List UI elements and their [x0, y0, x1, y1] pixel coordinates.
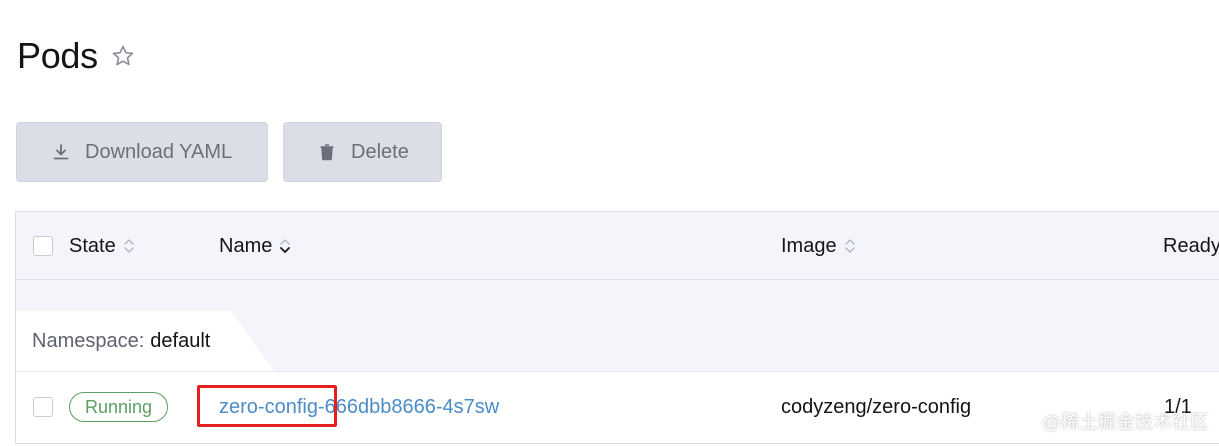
image-cell: codyzeng/zero-config [781, 395, 972, 418]
namespace-group-row: Namespace: default [16, 311, 1219, 371]
pod-name-link[interactable]: zero-config-666dbb8666-4s7sw [219, 396, 499, 419]
row-select-cell [33, 372, 53, 442]
status-badge: Running [69, 392, 169, 422]
namespace-group-tab: Namespace: default [16, 311, 274, 371]
page-header: Pods [17, 34, 136, 78]
page-title: Pods [17, 35, 98, 76]
download-yaml-label: Download YAML [85, 140, 233, 163]
watermark: @稀土掘金技术社区 [1042, 412, 1209, 433]
sort-icon [844, 236, 856, 256]
toolbar: Download YAML Delete [16, 122, 442, 182]
trash-icon [317, 142, 337, 162]
sort-icon [123, 236, 135, 256]
row-checkbox[interactable] [33, 397, 53, 417]
select-all-cell [33, 212, 53, 280]
column-state[interactable]: State [69, 212, 135, 280]
namespace-value: default [150, 329, 211, 352]
column-ready-label: Ready [1163, 234, 1219, 257]
column-ready[interactable]: Ready [1163, 212, 1219, 280]
table-header: State Name Image Ready [16, 212, 1219, 280]
column-state-label: State [69, 234, 116, 257]
column-image[interactable]: Image [781, 212, 856, 280]
table-spacer [16, 280, 1219, 311]
pods-table: State Name Image Ready Namespace: defaul… [15, 211, 1219, 444]
star-icon[interactable] [110, 43, 136, 69]
sort-descending-icon [279, 236, 291, 256]
download-icon [51, 142, 71, 162]
column-name-label: Name [219, 234, 273, 257]
table-row: Running zero-config-666dbb8666-4s7sw cod… [16, 371, 1219, 441]
delete-label: Delete [351, 140, 409, 163]
download-yaml-button[interactable]: Download YAML [16, 122, 268, 182]
select-all-checkbox[interactable] [33, 236, 53, 256]
delete-button[interactable]: Delete [283, 122, 442, 182]
name-cell: zero-config-666dbb8666-4s7sw [219, 372, 499, 442]
namespace-label: Namespace: [32, 329, 145, 352]
column-name[interactable]: Name [219, 212, 291, 280]
state-cell: Running [69, 372, 169, 442]
column-image-label: Image [781, 234, 837, 257]
